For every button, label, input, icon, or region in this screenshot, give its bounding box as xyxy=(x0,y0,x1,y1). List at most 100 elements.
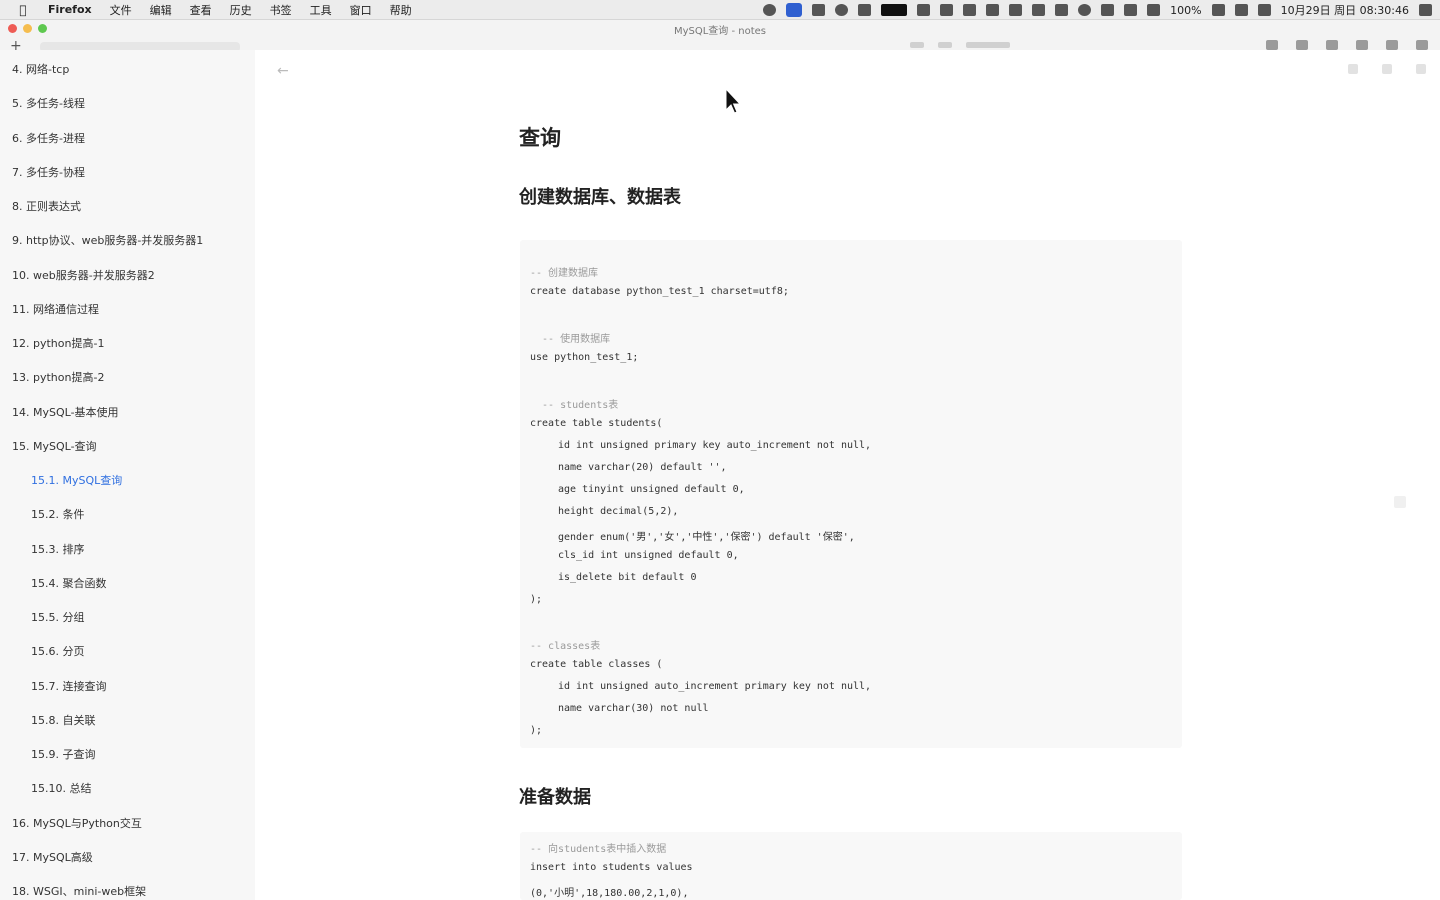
scroll-indicator[interactable] xyxy=(1394,496,1406,508)
mouse-cursor-icon xyxy=(725,88,741,114)
window-title: MySQL查询 - notes xyxy=(673,26,767,37)
airplay-icon[interactable] xyxy=(1234,4,1248,16)
toolbar-control[interactable] xyxy=(910,42,924,48)
input-source-icon[interactable] xyxy=(1257,4,1271,16)
toc-item[interactable]: 10. web服务器-并发服务器2 xyxy=(12,267,155,283)
search-icon[interactable] xyxy=(1078,4,1092,16)
code-line: id int unsigned auto_increment primary k… xyxy=(558,681,872,692)
toc-subitem[interactable]: 15.2. 条件 xyxy=(31,506,85,522)
menu-history[interactable]: 历史 xyxy=(230,2,252,18)
code-line: age tinyint unsigned default 0, xyxy=(558,484,745,495)
shield-icon[interactable] xyxy=(763,4,777,16)
code-comment-line: -- classes表 xyxy=(530,641,601,652)
toc-item[interactable]: 9. http协议、web服务器-并发服务器1 xyxy=(12,232,203,248)
toc-item[interactable]: 5. 多任务-线程 xyxy=(12,95,85,111)
hamburger-menu-icon[interactable] xyxy=(1416,40,1428,50)
toc-subitem[interactable]: 15.10. 总结 xyxy=(31,780,91,796)
toolbar-control[interactable] xyxy=(938,42,952,48)
code-comment-line: -- 创建数据库 xyxy=(530,268,599,279)
wifi-icon[interactable] xyxy=(1101,4,1115,16)
sync-icon[interactable] xyxy=(1386,40,1398,50)
code-comment-line: -- students表 xyxy=(530,400,619,411)
menu-help[interactable]: 帮助 xyxy=(390,2,412,18)
code-icon[interactable] xyxy=(1124,4,1138,16)
grid-icon[interactable] xyxy=(963,4,977,16)
code-line: cls_id int unsigned default 0, xyxy=(558,550,739,561)
code-line: height decimal(5,2), xyxy=(558,506,679,517)
code-line: is_delete bit default 0 xyxy=(558,572,697,583)
toc-item[interactable]: 17. MySQL高级 xyxy=(12,849,93,865)
cloud-icon[interactable] xyxy=(812,4,826,16)
document-tools xyxy=(1348,64,1426,74)
code-line: insert into students values xyxy=(530,862,693,873)
toc-item[interactable]: 11. 网络通信过程 xyxy=(12,301,99,317)
toc-subitem[interactable]: 15.4. 聚合函数 xyxy=(31,575,107,591)
clipboard-icon[interactable] xyxy=(940,4,954,16)
toc-item[interactable]: 18. WSGI、mini-web框架 xyxy=(12,883,146,899)
settings-icon[interactable] xyxy=(1416,64,1426,74)
code-line: name varchar(20) default '', xyxy=(558,462,727,473)
back-arrow-icon[interactable]: ← xyxy=(277,63,289,79)
apple-icon[interactable]:  xyxy=(16,3,30,17)
calendar-icon[interactable] xyxy=(1055,4,1069,16)
menu-bookmarks[interactable]: 书签 xyxy=(270,2,292,18)
menu-view[interactable]: 查看 xyxy=(190,2,212,18)
code-comment-line: -- 向students表中插入数据 xyxy=(530,844,667,855)
toc-subitem[interactable]: 15.6. 分页 xyxy=(31,643,85,659)
toc-item[interactable]: 12. python提高-1 xyxy=(12,335,104,351)
code-line: id int unsigned primary key auto_increme… xyxy=(558,440,872,451)
copy-icon[interactable] xyxy=(858,4,872,16)
toolbar-center xyxy=(910,42,1010,48)
battery-text[interactable]: 100% xyxy=(1170,4,1201,17)
download-icon[interactable] xyxy=(1266,40,1278,50)
toolbar-right xyxy=(1266,40,1428,50)
library-icon[interactable] xyxy=(1296,40,1308,50)
toc-item[interactable]: 4. 网络-tcp xyxy=(12,61,69,77)
toc-subitem[interactable]: 15.1. MySQL查询 xyxy=(31,472,122,488)
code-line: ); xyxy=(530,594,543,605)
location-icon[interactable] xyxy=(835,4,849,16)
menu-app-name[interactable]: Firefox xyxy=(48,3,92,16)
user-icon[interactable] xyxy=(786,3,803,17)
toc-subitem[interactable]: 15.3. 排序 xyxy=(31,541,85,557)
battery-icon[interactable] xyxy=(1211,4,1225,16)
window-icon[interactable] xyxy=(917,4,931,16)
toc-subitem[interactable]: 15.7. 连接查询 xyxy=(31,678,107,694)
tiles-icon[interactable] xyxy=(1032,4,1046,16)
code-line: name varchar(30) not null xyxy=(558,703,709,714)
send-icon[interactable] xyxy=(1009,4,1023,16)
font-size-icon[interactable] xyxy=(1348,64,1358,74)
menu-tools[interactable]: 工具 xyxy=(310,2,332,18)
toc-item[interactable]: 14. MySQL-基本使用 xyxy=(12,404,119,420)
clock-text[interactable]: 10月29日 周日 08:30:46 xyxy=(1281,2,1409,18)
toc-item[interactable]: 16. MySQL与Python交互 xyxy=(12,815,142,831)
toc-item[interactable]: 7. 多任务-协程 xyxy=(12,164,85,180)
page-title: 查询 xyxy=(519,126,561,150)
toc-sidebar: 4. 网络-tcp 5. 多任务-线程 6. 多任务-进程 7. 多任务-协程 8. 正… xyxy=(0,50,255,900)
toc-item[interactable]: 13. python提高-2 xyxy=(12,369,104,385)
code-comment-line: -- 使用数据库 xyxy=(530,334,611,345)
bluetooth-icon[interactable] xyxy=(1147,4,1161,16)
more-icon[interactable] xyxy=(1382,64,1392,74)
toolbar-control[interactable] xyxy=(966,42,1010,48)
toc-subitem[interactable]: 15.5. 分组 xyxy=(31,609,85,625)
code-block-create: -- 创建数据库 create database python_test_1 ch… xyxy=(520,240,1182,748)
menu-file[interactable]: 文件 xyxy=(110,2,132,18)
home-icon[interactable] xyxy=(1356,40,1368,50)
pocket-icon[interactable] xyxy=(1326,40,1338,50)
menu-window[interactable]: 窗口 xyxy=(350,2,372,18)
code-line: create database python_test_1 charset=ut… xyxy=(530,286,789,297)
keyboard-icon[interactable] xyxy=(986,4,1000,16)
toc-item[interactable]: 6. 多任务-进程 xyxy=(12,130,85,146)
toc-item[interactable]: 8. 正则表达式 xyxy=(12,198,81,214)
toc-item[interactable]: 15. MySQL-查询 xyxy=(12,438,97,454)
system-menu-bar:  Firefox 文件 编辑 查看 历史 书签 工具 窗口 帮助 100% 1… xyxy=(0,0,1440,20)
code-block-insert: -- 向students表中插入数据 insert into students v… xyxy=(520,832,1182,900)
toc-subitem[interactable]: 15.8. 自关联 xyxy=(31,712,96,728)
document-content: ← 查询 创建数据库、数据表 -- 创建数据库 create database p… xyxy=(255,50,1440,900)
notification-center-icon[interactable] xyxy=(1419,4,1432,16)
menu-edit[interactable]: 编辑 xyxy=(150,2,172,18)
toc-subitem[interactable]: 15.9. 子查询 xyxy=(31,746,96,762)
section-heading-prepare: 准备数据 xyxy=(519,787,591,808)
screen-icon[interactable] xyxy=(881,4,908,16)
